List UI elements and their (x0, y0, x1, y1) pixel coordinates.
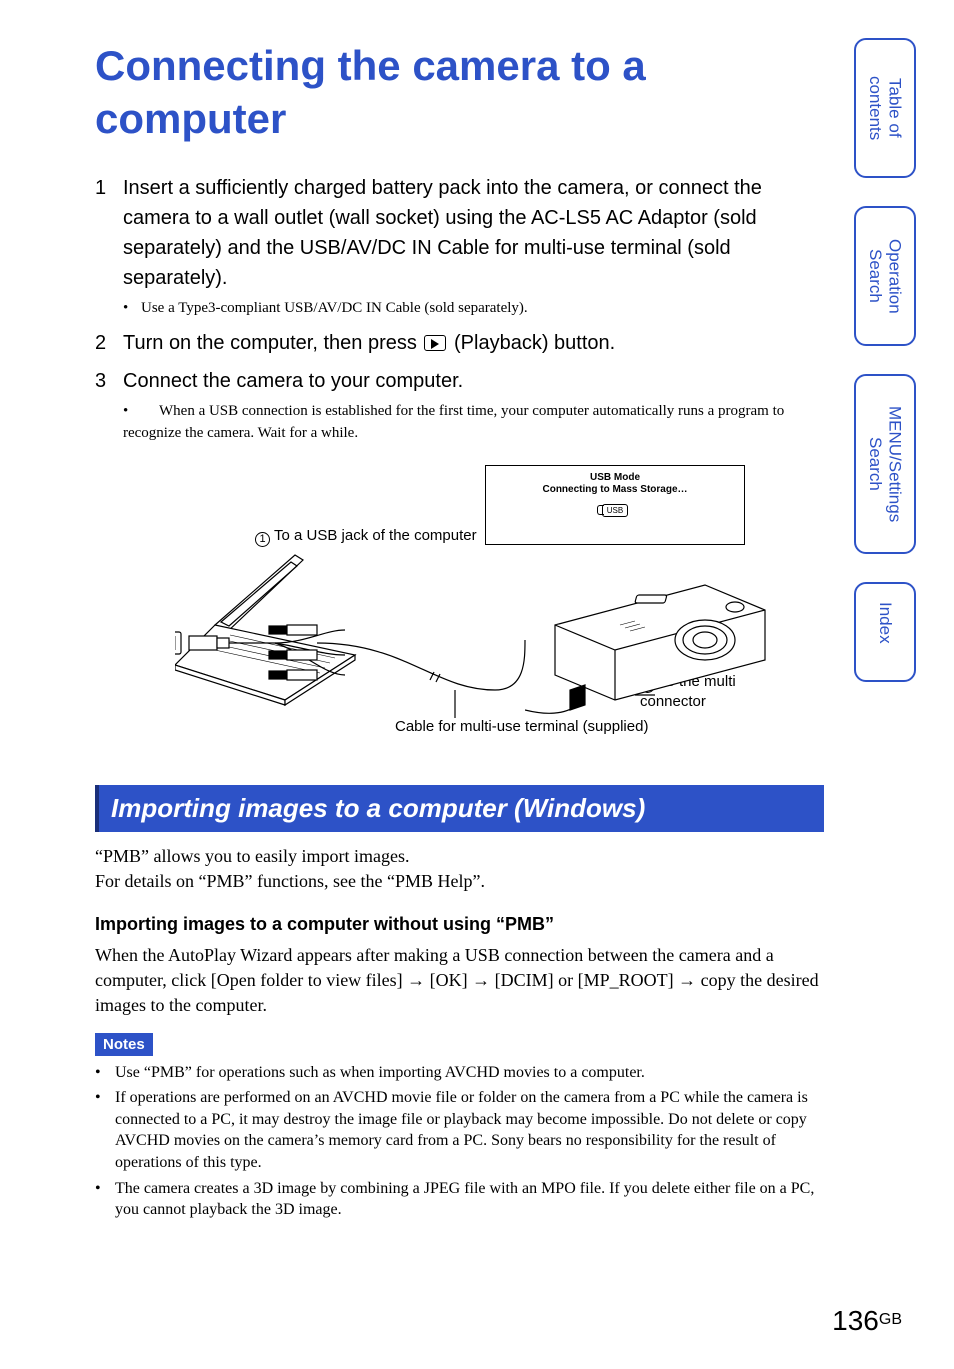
step-text: Connect the camera to your computer. (123, 370, 463, 392)
intro-line-1: “PMB” allows you to easily import images… (95, 844, 824, 869)
section-heading-importing: Importing images to a computer (Windows) (95, 785, 824, 832)
step-3: 3 Connect the camera to your computer. •… (95, 366, 824, 445)
note-text: If operations are performed on an AVCHD … (115, 1087, 824, 1173)
page-title: Connecting the camera to a computer (95, 40, 824, 145)
note-text: The camera creates a 3D image by combini… (115, 1178, 824, 1221)
tab-label: MENU/Settings Search (865, 394, 904, 534)
camera-screen: USB Mode Connecting to Mass Storage… USB (485, 465, 745, 545)
body-paragraph: When the AutoPlay Wizard appears after m… (95, 943, 824, 1019)
page-number-suffix: GB (879, 1311, 902, 1328)
step-subtext: Use a Type3-compliant USB/AV/DC IN Cable… (141, 300, 528, 316)
step-subtext: When a USB connection is established for… (123, 403, 784, 442)
step-number: 2 (95, 328, 123, 358)
page-number-value: 136 (832, 1305, 879, 1336)
connection-diagram: USB Mode Connecting to Mass Storage… USB… (175, 465, 775, 745)
note-item: •The camera creates a 3D image by combin… (95, 1178, 824, 1221)
screen-line1: USB Mode (486, 472, 744, 484)
step-2: 2 Turn on the computer, then press (Play… (95, 328, 824, 358)
step-number: 3 (95, 366, 123, 445)
tab-operation-search[interactable]: Operation Search (854, 206, 916, 346)
tab-menu-settings-search[interactable]: MENU/Settings Search (854, 374, 916, 554)
note-text: Use “PMB” for operations such as when im… (115, 1062, 824, 1084)
tab-table-of-contents[interactable]: Table of contents (854, 38, 916, 178)
step-text-before: Turn on the computer, then press (123, 332, 422, 354)
note-item: •Use “PMB” for operations such as when i… (95, 1062, 824, 1084)
laptop-illustration (175, 540, 535, 730)
usb-badge: USB (602, 504, 628, 518)
step-text: Insert a sufficiently charged battery pa… (123, 177, 762, 289)
step-text-after: (Playback) button. (454, 332, 615, 354)
notes-badge: Notes (95, 1033, 153, 1056)
camera-illustration (525, 565, 785, 715)
note-item: •If operations are performed on an AVCHD… (95, 1087, 824, 1173)
step-1: 1 Insert a sufficiently charged battery … (95, 173, 824, 320)
playback-icon (424, 335, 446, 351)
tab-label: Operation Search (865, 226, 904, 326)
intro-line-2: For details on “PMB” functions, see the … (95, 869, 824, 894)
screen-line2: Connecting to Mass Storage… (486, 484, 744, 496)
tab-label: Index (875, 602, 895, 644)
subheading-without-pmb: Importing images to a computer without u… (95, 912, 824, 937)
tab-index[interactable]: Index (854, 582, 916, 682)
page-number: 136GB (832, 1305, 902, 1337)
tab-label: Table of contents (865, 58, 904, 158)
step-number: 1 (95, 173, 123, 320)
